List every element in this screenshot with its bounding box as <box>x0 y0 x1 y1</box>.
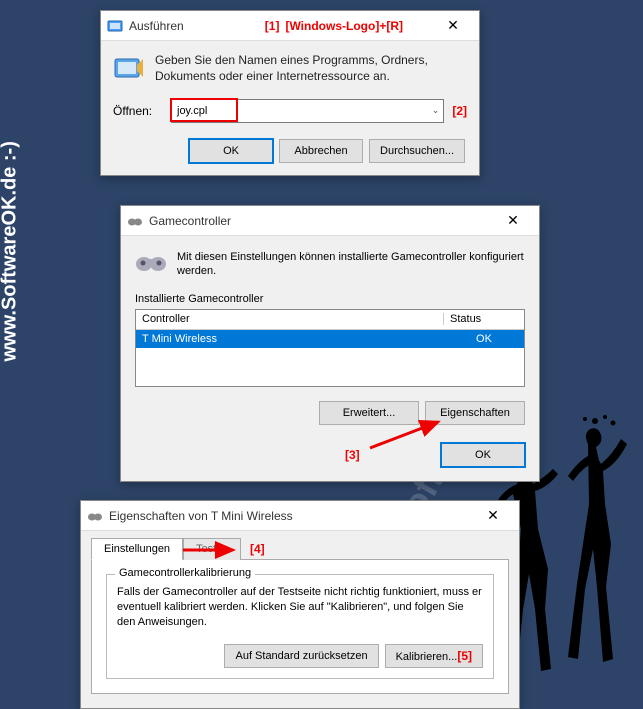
close-icon[interactable]: ✕ <box>433 12 473 40</box>
settings-tab-panel: Gamecontrollerkalibrierung Falls der Gam… <box>91 559 509 694</box>
annotation-3: [3] <box>345 448 360 462</box>
ok-button[interactable]: OK <box>441 443 525 467</box>
run-dialog: Ausführen [1] [Windows-Logo]+[R] ✕ Geben… <box>100 10 480 176</box>
gamecontroller-description: Mit diesen Einstellungen können installi… <box>177 250 525 279</box>
calibrate-label: Kalibrieren... <box>396 651 458 663</box>
calibration-groupbox: Gamecontrollerkalibrierung Falls der Gam… <box>106 574 494 679</box>
close-icon[interactable]: ✕ <box>493 207 533 235</box>
open-value: joy.cpl <box>177 105 207 117</box>
listview-header: Controller Status <box>136 310 524 330</box>
tab-settings[interactable]: Einstellungen <box>91 538 183 560</box>
annotation-2: [2] <box>452 104 467 118</box>
annotation-5: [5] <box>457 649 472 663</box>
run-description: Geben Sie den Namen eines Programms, Ord… <box>155 53 467 84</box>
calibration-group-title: Gamecontrollerkalibrierung <box>115 567 255 579</box>
annotation-4: [4] <box>250 542 265 556</box>
close-icon[interactable]: ✕ <box>473 502 513 530</box>
gamecontroller-dialog: Gamecontroller ✕ Mit diesen Einstellunge… <box>120 205 540 482</box>
controllers-listview[interactable]: Controller Status T Mini Wireless OK <box>135 309 525 387</box>
properties-dialog: Eigenschaften von T Mini Wireless ✕ Eins… <box>80 500 520 709</box>
annotation-1-hint: [Windows-Logo]+[R] <box>285 19 403 33</box>
gamecontroller-body-icon <box>135 250 167 274</box>
properties-button[interactable]: Eigenschaften <box>425 401 525 425</box>
controller-name: T Mini Wireless <box>136 333 444 345</box>
chevron-down-icon[interactable]: ⌄ <box>432 105 440 116</box>
cancel-button[interactable]: Abbrechen <box>279 139 363 163</box>
gamecontroller-title: Gamecontroller <box>149 214 493 228</box>
calibration-description: Falls der Gamecontroller auf der Testsei… <box>117 585 483 630</box>
controller-status: OK <box>444 333 524 345</box>
tab-test[interactable]: Testen <box>183 538 241 560</box>
open-combobox[interactable]: joy.cpl ⌄ <box>171 99 444 123</box>
advanced-button[interactable]: Erweitert... <box>319 401 419 425</box>
col-status[interactable]: Status <box>444 313 524 325</box>
run-program-icon <box>113 53 145 85</box>
run-dialog-icon <box>107 18 123 34</box>
reset-defaults-button[interactable]: Auf Standard zurücksetzen <box>224 644 378 668</box>
col-controller[interactable]: Controller <box>136 313 444 325</box>
run-title: Ausführen <box>129 19 265 33</box>
gamecontroller-titlebar: Gamecontroller ✕ <box>121 206 539 236</box>
properties-title: Eigenschaften von T Mini Wireless <box>109 509 473 523</box>
annotation-1: [1] <box>265 19 280 33</box>
open-label: Öffnen: <box>113 104 163 118</box>
calibrate-button[interactable]: Kalibrieren...[5] <box>385 644 483 668</box>
properties-titlebar: Eigenschaften von T Mini Wireless ✕ <box>81 501 519 531</box>
installed-controllers-label: Installierte Gamecontroller <box>135 293 525 305</box>
ok-button[interactable]: OK <box>189 139 273 163</box>
table-row[interactable]: T Mini Wireless OK <box>136 330 524 348</box>
watermark-left-text: www.SoftwareOK.de :-) <box>0 141 22 361</box>
browse-button[interactable]: Durchsuchen... <box>369 139 465 163</box>
properties-dialog-icon <box>87 508 103 524</box>
run-titlebar: Ausführen [1] [Windows-Logo]+[R] ✕ <box>101 11 479 41</box>
gamecontroller-dialog-icon <box>127 213 143 229</box>
